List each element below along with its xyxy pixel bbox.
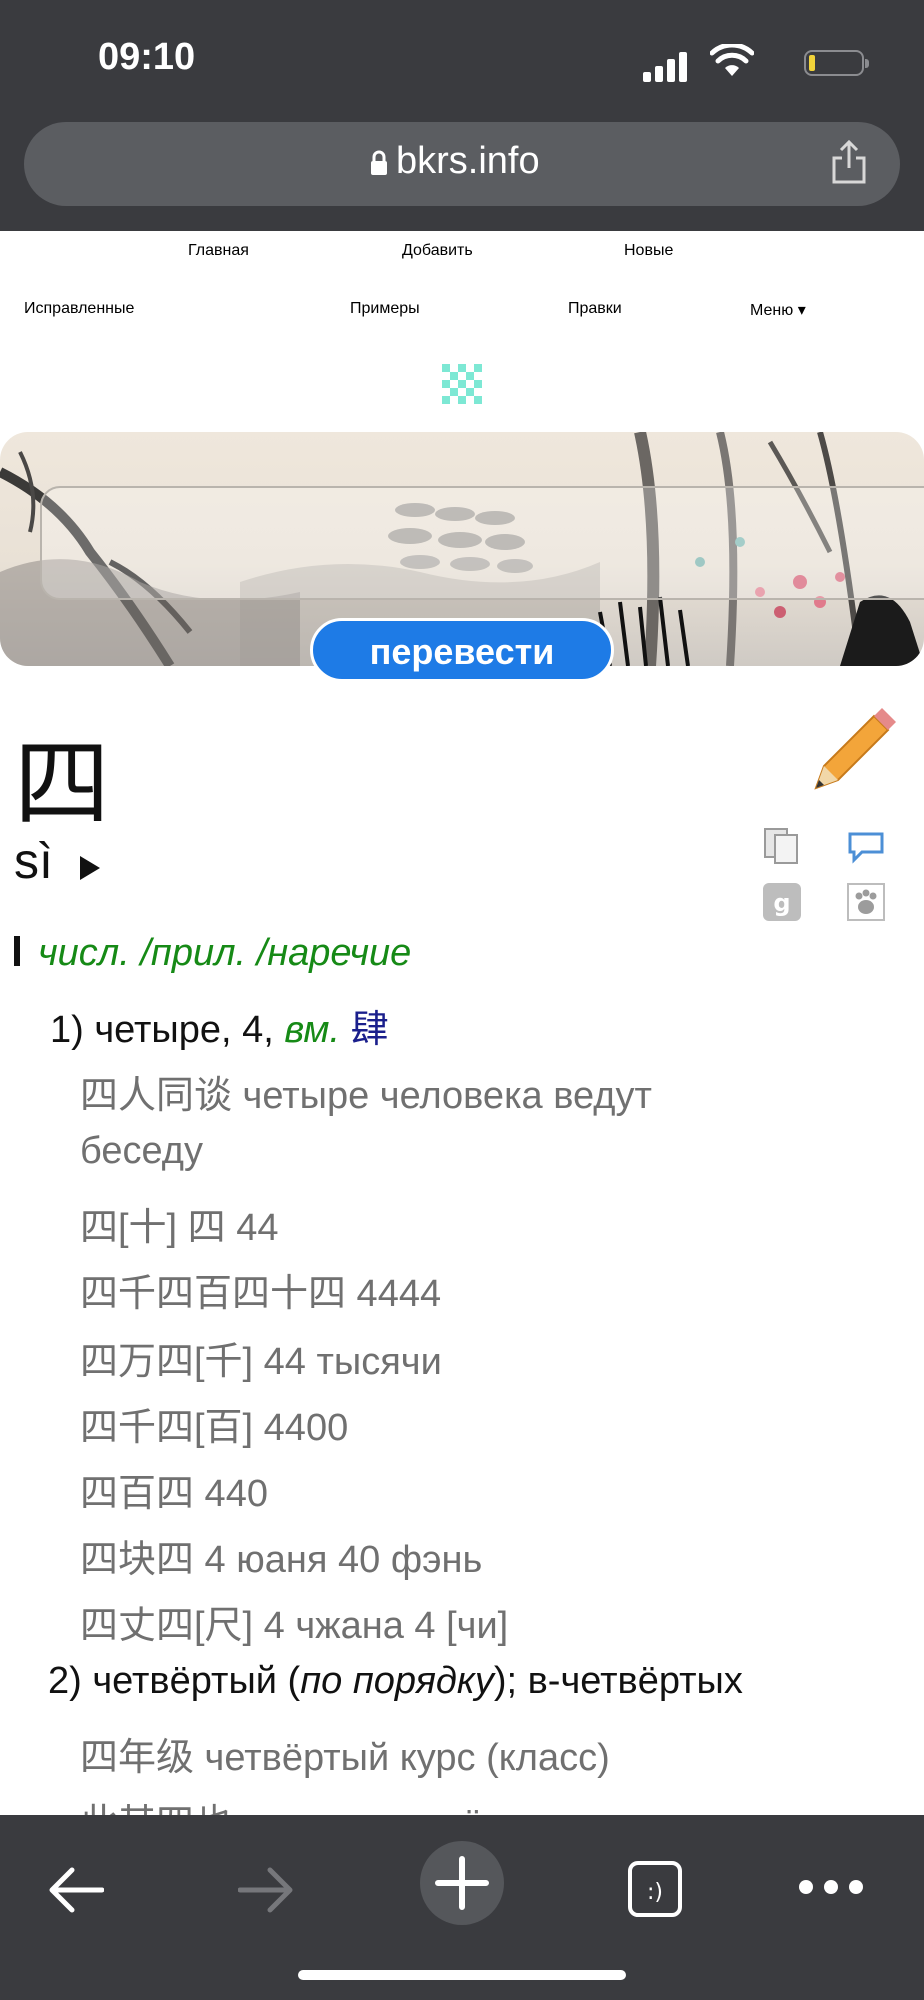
example-line: 四万四[千] 44 тысячи xyxy=(80,1341,442,1383)
example-line: беседу xyxy=(80,1130,203,1172)
svg-text:g: g xyxy=(773,889,790,917)
example-line: 四年级 четвёртый курс (класс) xyxy=(80,1737,610,1779)
example-line: 四千四[百] 4400 xyxy=(80,1407,349,1449)
entry-headword: 四 xyxy=(14,728,110,840)
sense-2: 2) четвёртый (по порядку); в-четвёртых xyxy=(48,1660,743,1703)
example-line: 四块四 4 юаня 40 фэнь xyxy=(80,1539,483,1581)
nav-menu-link[interactable]: Меню ▾ xyxy=(750,300,806,320)
nav-home-link[interactable]: Главная xyxy=(188,242,249,260)
sense-1-number: 1) xyxy=(50,1009,84,1051)
nav-add-link[interactable]: Добавить xyxy=(402,242,473,260)
wifi-icon xyxy=(710,44,754,76)
battery-icon xyxy=(804,50,869,76)
play-audio-icon[interactable] xyxy=(80,856,100,880)
nav-examples-link[interactable]: Примеры xyxy=(350,300,420,318)
edit-pencil-icon[interactable] xyxy=(806,706,898,798)
sense-2-text: четвёртый (по порядку); в-четвёртых xyxy=(92,1660,743,1702)
translate-button[interactable]: перевести xyxy=(310,618,614,682)
nav-new-link[interactable]: Новые xyxy=(624,242,673,260)
share-icon[interactable] xyxy=(830,138,868,186)
svg-text::): :) xyxy=(647,1880,663,1905)
sense-1-ref-char[interactable]: 肆 xyxy=(351,1009,389,1051)
paw-icon[interactable] xyxy=(846,882,886,922)
more-options-icon[interactable] xyxy=(796,1875,866,1899)
google-search-icon[interactable]: g xyxy=(762,882,802,922)
browser-top-chrome: 09:10 bkrs.info xyxy=(0,0,924,231)
site-pixel-logo xyxy=(442,364,482,404)
new-tab-plus-icon[interactable] xyxy=(418,1839,506,1927)
address-bar[interactable]: bkrs.info xyxy=(24,122,900,206)
status-time: 09:10 xyxy=(98,36,196,78)
status-icons xyxy=(624,44,869,82)
tabs-icon[interactable]: :) xyxy=(626,1859,684,1919)
url-text: bkrs.info xyxy=(396,140,540,182)
example-line: 四千四百四十四 4444 xyxy=(80,1273,442,1315)
lock-icon xyxy=(371,150,387,175)
entry-pinyin: sì xyxy=(14,833,53,889)
cellular-signal-icon xyxy=(643,50,689,82)
part-of-speech-label: числ. /прил. /наречие xyxy=(38,932,412,974)
sense-2-number: 2) xyxy=(48,1660,82,1702)
example-line: 四百四 440 xyxy=(80,1473,268,1515)
forward-arrow-icon[interactable] xyxy=(238,1865,296,1915)
sense-1-text: четыре, 4, xyxy=(94,1009,274,1051)
copy-icon[interactable] xyxy=(762,826,802,866)
sense-1-ref-label: вм. xyxy=(284,1009,340,1051)
home-indicator[interactable] xyxy=(298,1970,626,1980)
example-line: 四人同谈 четыре человека ведут xyxy=(80,1075,652,1117)
nav-corrected-link[interactable]: Исправленные xyxy=(24,300,134,318)
example-line: 四丈四[尺] 4 чжана 4 [чи] xyxy=(80,1605,509,1647)
sense-1: 1) четыре, 4, вм. 肆 xyxy=(50,998,389,1053)
part-of-speech-marker xyxy=(14,936,20,966)
nav-edits-link[interactable]: Правки xyxy=(568,300,622,318)
comment-icon[interactable] xyxy=(846,826,886,866)
search-input[interactable] xyxy=(40,486,924,600)
back-arrow-icon[interactable] xyxy=(46,1865,104,1915)
example-line: 四[十] 四 44 xyxy=(80,1207,279,1249)
